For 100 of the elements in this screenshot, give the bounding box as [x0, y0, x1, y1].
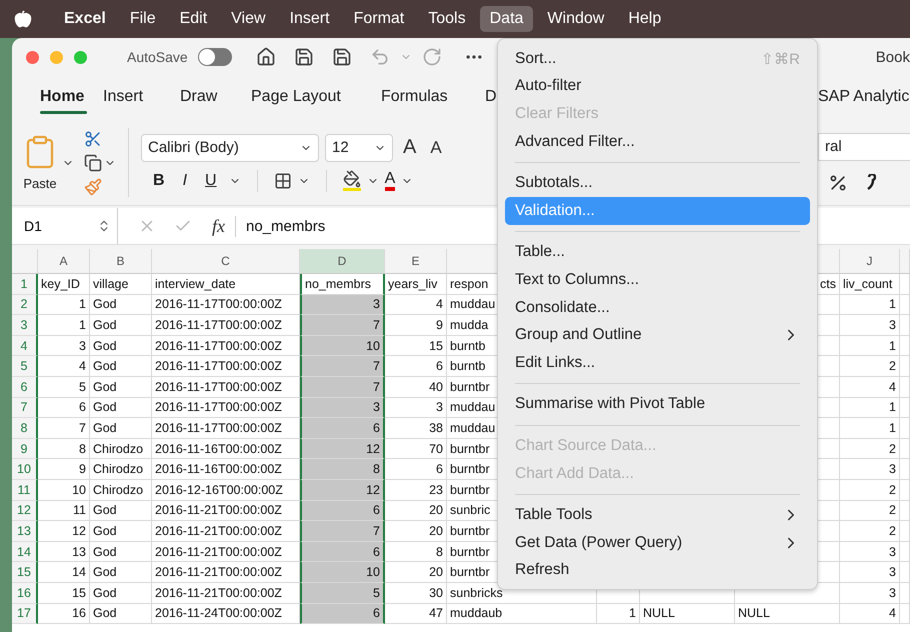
table-cell: burntbr	[450, 524, 490, 538]
menu-bar-item[interactable]: View	[221, 6, 276, 32]
table-cell: mudda	[450, 318, 488, 332]
table-cell: 2016-11-16T00:00:00Z	[155, 462, 282, 476]
menu-item[interactable]: Advanced Filter...	[505, 128, 810, 156]
table-cell: 9	[436, 318, 443, 332]
menu-item[interactable]: Summarise with Pivot Table	[505, 390, 810, 418]
table-cell: 6	[436, 462, 443, 476]
menu-bar-item[interactable]: Help	[618, 6, 672, 32]
menu-item[interactable]: Sort... ⇧⌘R	[505, 45, 810, 73]
row-header[interactable]: 1	[20, 276, 28, 291]
apple-icon[interactable]	[14, 10, 32, 28]
row-header[interactable]: 5	[20, 359, 28, 374]
row-header[interactable]: 8	[20, 420, 28, 435]
table-cell: 6	[373, 503, 380, 518]
column-header[interactable]: C	[152, 249, 300, 274]
menu-item[interactable]: Auto-filter	[505, 72, 810, 100]
row-header[interactable]: 4	[20, 338, 28, 353]
autosave-label: AutoSave	[127, 49, 188, 65]
table-cell: respon	[450, 276, 488, 291]
table-cell: God	[93, 318, 117, 332]
menu-item[interactable]: Get Data (Power Query)	[505, 528, 810, 556]
row-header[interactable]: 2	[20, 297, 28, 312]
percent-icon[interactable]	[828, 172, 848, 192]
home-icon[interactable]	[256, 47, 276, 67]
menu-bar-item[interactable]: Edit	[170, 6, 218, 32]
table-cell: 20	[429, 503, 443, 518]
menu-item[interactable]: Table...	[505, 238, 810, 266]
table-cell: 8	[436, 544, 443, 559]
column-header[interactable]: A	[38, 249, 90, 274]
ribbon-tab[interactable]: Page Layout	[251, 88, 341, 114]
menu-item[interactable]: Table Tools	[505, 501, 810, 529]
window-title: Book	[876, 48, 910, 66]
underline-button[interactable]: U	[199, 172, 223, 190]
table-cell: 38	[429, 420, 443, 435]
ribbon-tab[interactable]: SAP Analytic	[818, 88, 910, 114]
menu-bar-item[interactable]: Insert	[280, 6, 340, 32]
insert-function-button[interactable]: fx	[212, 216, 236, 236]
menu-item[interactable]: Text to Columns...	[505, 266, 810, 294]
table-cell: burntbr	[450, 462, 490, 476]
menu-bar-item[interactable]: Tools	[418, 6, 476, 32]
menu-bar-item[interactable]: Window	[537, 6, 614, 32]
menu-bar-item[interactable]: Format	[344, 6, 414, 32]
table-cell: 7	[373, 359, 380, 374]
table-cell: God	[93, 400, 117, 414]
decrease-font-button[interactable]: A	[426, 138, 446, 158]
italic-button[interactable]: I	[176, 172, 194, 190]
table-cell: 16	[72, 606, 86, 620]
comma-style-icon[interactable]	[866, 174, 876, 192]
table-cell: burntbr	[450, 482, 490, 497]
autosave-toggle[interactable]	[198, 48, 232, 66]
table-cell: 3	[373, 297, 380, 312]
bold-button[interactable]: B	[147, 172, 171, 190]
table-cell: NULL	[738, 606, 770, 620]
row-header[interactable]: 7	[20, 400, 28, 414]
menu-item[interactable]: Refresh	[505, 556, 810, 584]
name-box[interactable]: D1	[12, 208, 118, 244]
fill-color-icon[interactable]	[342, 170, 361, 191]
ribbon-tab[interactable]: Home	[40, 88, 84, 114]
copy-icon[interactable]	[84, 154, 102, 172]
table-cell: 9	[79, 462, 86, 476]
menu-item[interactable]: Group and Outline	[505, 321, 810, 349]
column-header[interactable]: J	[840, 249, 900, 274]
save-as-icon[interactable]	[332, 47, 352, 67]
save-icon[interactable]	[294, 47, 314, 67]
table-cell: 2016-11-21T00:00:00Z	[155, 524, 282, 538]
table-cell: 3	[79, 338, 86, 353]
formula-field[interactable]: no_membrs	[246, 218, 326, 234]
table-cell: 1	[79, 297, 86, 312]
number-format-field[interactable]: ral	[818, 132, 910, 160]
borders-icon[interactable]	[274, 172, 292, 190]
table-cell: 10	[366, 565, 380, 580]
increase-font-button[interactable]: A	[399, 136, 420, 159]
menu-item[interactable]: Consolidate...	[505, 294, 810, 322]
row-header[interactable]: 3	[20, 318, 28, 332]
menu-item[interactable]: Edit Links...	[505, 348, 810, 377]
table-cell: 2016-11-17T00:00:00Z	[155, 318, 282, 332]
table-cell: burntbr	[450, 442, 490, 456]
paste-button[interactable]: Paste	[22, 134, 58, 191]
table-cell: 6	[79, 400, 86, 414]
cut-icon[interactable]	[84, 130, 102, 148]
table-cell: 3	[889, 318, 896, 332]
row-header[interactable]: 9	[20, 442, 28, 456]
table-cell: 3	[436, 400, 443, 414]
font-size-field[interactable]: 12	[325, 134, 393, 162]
font-color-button[interactable]: A	[384, 170, 396, 190]
row-header[interactable]: 6	[20, 380, 28, 394]
column-header[interactable]: B	[90, 249, 152, 274]
table-cell: 4	[889, 380, 896, 394]
close-button[interactable]	[26, 50, 39, 64]
menu-bar-item[interactable]: File	[120, 6, 166, 32]
column-header[interactable]: E	[385, 249, 447, 274]
ribbon-tab[interactable]: Formulas	[381, 88, 448, 114]
menu-bar-item[interactable]: Excel	[54, 6, 116, 32]
menu-bar-item[interactable]: Data	[480, 6, 534, 32]
table-cell: 6	[373, 544, 380, 559]
menu-item[interactable]: Subtotals...	[505, 169, 810, 197]
font-name-field[interactable]: Calibri (Body)	[141, 134, 319, 162]
table-cell: 47	[429, 606, 443, 620]
column-header[interactable]: D	[300, 249, 385, 274]
